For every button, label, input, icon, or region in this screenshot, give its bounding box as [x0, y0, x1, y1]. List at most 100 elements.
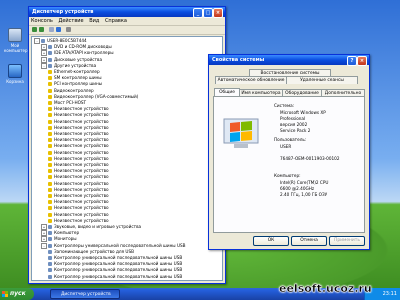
- tree-item-label: Контроллер универсальной последовательно…: [54, 273, 183, 279]
- tree-item[interactable]: Неизвестное устройство: [48, 187, 109, 193]
- tree-item-label: Контроллер универсальной последовательно…: [54, 261, 183, 267]
- computer-line-2: 6600 @2.40GHz: [280, 186, 315, 191]
- tree-item[interactable]: + IDE ATA/ATAPI контроллеры: [41, 50, 114, 57]
- tree-item[interactable]: Запоминающее устройство для USB: [48, 249, 134, 255]
- tree-item[interactable]: - USER-8E0C5B7444: [34, 38, 87, 44]
- tree-item[interactable]: Неизвестное устройство: [48, 162, 109, 168]
- tree-item-label: SM контроллер шины: [54, 75, 102, 81]
- start-label: пуск: [10, 290, 26, 297]
- device-icon: [48, 262, 52, 267]
- tree-item-label: Неизвестное устройство: [54, 211, 109, 217]
- start-button[interactable]: пуск: [0, 288, 34, 300]
- tree-item[interactable]: - Другие устройства: [41, 62, 96, 69]
- minimize-button[interactable]: _: [193, 8, 203, 18]
- scan-icon[interactable]: [66, 27, 71, 32]
- tree-item[interactable]: Неизвестное устройство: [48, 181, 109, 187]
- warning-device-icon: [48, 194, 52, 198]
- tree-item[interactable]: Мост PCI-HOST: [48, 100, 86, 106]
- tree-item[interactable]: Неизвестное устройство: [48, 212, 109, 218]
- desktop-icon-label: Мой компьютер: [4, 43, 28, 53]
- warning-device-icon: [48, 101, 52, 105]
- tree-item[interactable]: Видеоконтроллер (VGA-совместимый): [48, 94, 138, 100]
- tree-item[interactable]: - Контроллеры универсальной последователь…: [41, 242, 186, 249]
- tree-item[interactable]: Неизвестное устройство: [48, 106, 109, 112]
- tree-item[interactable]: Контроллер универсальной последовательно…: [48, 261, 182, 267]
- expand-icon[interactable]: +: [41, 44, 47, 51]
- device-manager-titlebar[interactable]: Диспетчер устройств _ □ ×: [29, 7, 225, 18]
- desktop-icon-my-computer[interactable]: Мой компьютер: [4, 28, 28, 53]
- tree-item[interactable]: Ethernet-контроллер: [48, 69, 100, 75]
- tree-item[interactable]: Неизвестное устройство: [48, 112, 109, 118]
- tree-item[interactable]: Видеоконтроллер: [48, 88, 94, 94]
- tree-item-label: Ethernet-контроллер: [54, 69, 100, 74]
- tree-item[interactable]: + DVD и CD-ROM дисководы: [41, 44, 112, 51]
- expand-icon[interactable]: +: [41, 230, 47, 237]
- menu-action[interactable]: Действие: [58, 18, 83, 24]
- system-properties-titlebar[interactable]: Свойства системы ? ×: [209, 55, 369, 66]
- apply-button[interactable]: Применить: [329, 236, 365, 246]
- forward-icon[interactable]: [39, 27, 44, 32]
- collapse-icon[interactable]: -: [41, 242, 47, 249]
- collapse-icon[interactable]: -: [41, 62, 47, 69]
- warning-device-icon: [48, 82, 52, 87]
- tree-item-label: Неизвестное устройство: [54, 186, 109, 192]
- tree-item-label: Контроллер универсальной последовательно…: [54, 280, 182, 281]
- tree-item[interactable]: Неизвестное устройство: [48, 119, 109, 125]
- warning-device-icon: [48, 218, 52, 223]
- tree-item[interactable]: + Мониторы: [41, 236, 77, 243]
- tree-item-label: Контроллер универсальной последовательно…: [54, 255, 183, 260]
- tree-item[interactable]: Неизвестное устройство: [48, 125, 109, 131]
- menu-view[interactable]: Вид: [89, 18, 99, 24]
- tree-item-label: Неизвестное устройство: [54, 199, 109, 205]
- tree-item[interactable]: Неизвестное устройство: [48, 205, 109, 211]
- tree-item[interactable]: Контроллер универсальной последовательно…: [48, 280, 182, 281]
- help-icon[interactable]: [56, 27, 61, 32]
- tree-item[interactable]: + Дисковые устройства: [41, 56, 102, 63]
- tree-item[interactable]: Неизвестное устройство: [48, 199, 109, 205]
- tree-item[interactable]: Неизвестное устройство: [48, 143, 109, 149]
- expand-icon[interactable]: +: [41, 50, 47, 57]
- expand-icon[interactable]: +: [41, 56, 47, 63]
- tree-item[interactable]: + Компьютер: [41, 230, 80, 237]
- expand-icon[interactable]: +: [41, 236, 47, 243]
- taskbar-device-manager[interactable]: Диспетчер устройств: [50, 289, 120, 299]
- device-icon: [48, 274, 52, 279]
- tree-item[interactable]: Неизвестное устройство: [48, 193, 109, 199]
- ok-button[interactable]: ОК: [253, 236, 289, 246]
- tree-item-label: USER-8E0C5B7444: [47, 38, 87, 43]
- tree-item[interactable]: Контроллер универсальной последовательно…: [48, 267, 182, 273]
- tree-item-label: Неизвестное устройство: [54, 149, 109, 155]
- maximize-button[interactable]: □: [203, 8, 213, 18]
- tree-item-label: Неизвестное устройство: [54, 162, 109, 167]
- recycle-bin-icon: [8, 64, 22, 78]
- properties-icon[interactable]: [49, 27, 54, 32]
- tree-item[interactable]: PCI контроллер шины: [48, 81, 102, 87]
- tree-item-label: Неизвестное устройство: [54, 106, 109, 112]
- tree-item[interactable]: Неизвестное устройство: [48, 174, 109, 180]
- device-icon: [48, 268, 52, 273]
- tree-item[interactable]: Контроллер универсальной последовательно…: [48, 274, 182, 280]
- menu-help[interactable]: Справка: [105, 18, 127, 24]
- tree-item[interactable]: Контроллер универсальной последовательно…: [48, 255, 182, 261]
- tree-item[interactable]: SM контроллер шины: [48, 75, 102, 81]
- tree-item[interactable]: + Звуковые, видео и игровые устройства: [41, 224, 141, 230]
- warning-device-icon: [48, 150, 52, 155]
- desktop-icon-recycle-bin[interactable]: Корзина: [4, 64, 26, 84]
- device-tree[interactable]: - USER-8E0C5B7444 + DVD и CD-ROM дисководы +…: [31, 36, 223, 281]
- close-button[interactable]: ×: [213, 8, 223, 18]
- back-icon[interactable]: [32, 27, 37, 32]
- collapse-icon[interactable]: -: [34, 38, 40, 44]
- tree-item[interactable]: Неизвестное устройство: [48, 131, 109, 137]
- clock[interactable]: 23:11: [383, 291, 397, 297]
- cancel-button[interactable]: Отмена: [291, 236, 327, 246]
- tree-item[interactable]: Неизвестное устройство: [48, 156, 109, 162]
- tree-item-label: Компьютер: [54, 230, 80, 236]
- menu-console[interactable]: Консоль: [31, 18, 53, 24]
- tree-item-label: Мост PCI-HOST: [54, 100, 87, 105]
- tree-item[interactable]: Неизвестное устройство: [48, 137, 109, 143]
- tree-item[interactable]: Неизвестное устройство: [48, 218, 109, 224]
- expand-icon[interactable]: +: [41, 224, 47, 230]
- tree-item[interactable]: Неизвестное устройство: [48, 150, 109, 156]
- task-label: Диспетчер устройств: [61, 292, 111, 297]
- tree-item[interactable]: Неизвестное устройство: [48, 168, 109, 174]
